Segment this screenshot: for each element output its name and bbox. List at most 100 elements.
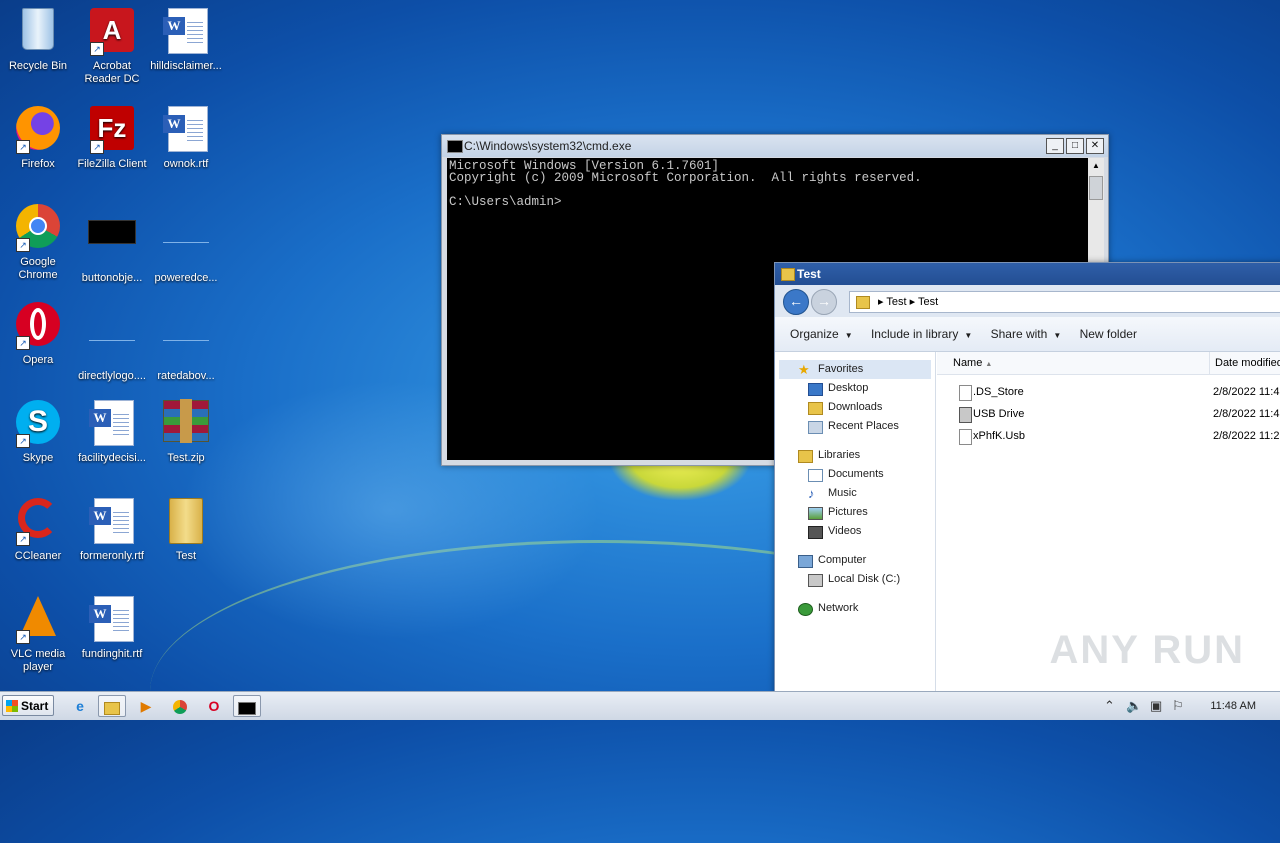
desktop-icon-test-zip[interactable]: Test.zip	[148, 396, 224, 465]
breadcrumb[interactable]: ▸ Test ▸ Test	[849, 291, 1280, 313]
share-with-button[interactable]: Share with ▼	[991, 327, 1062, 341]
word-document-icon: W	[88, 498, 136, 546]
nav-computer[interactable]: Computer	[775, 551, 935, 570]
cmd-titlebar[interactable]: C:\Windows\system32\cmd.exe _ □ ✕	[442, 135, 1108, 157]
maximize-button[interactable]: □	[1066, 138, 1084, 154]
taskbar: Start e ▶ O ⌃ 🔈 ▣ ⚐ 11:48 AM	[0, 691, 1280, 720]
desktop-icon-hilldisclaimer[interactable]: W hilldisclaimer...	[148, 4, 224, 73]
word-document-icon: W	[162, 8, 210, 56]
file-row[interactable]: xPhfK.Usb 2/8/2022 11:2	[937, 425, 1280, 447]
vlc-cone-icon: ↗	[14, 596, 62, 644]
explorer-titlebar[interactable]: Test	[775, 263, 1280, 285]
nav-videos[interactable]: Videos	[775, 522, 935, 541]
scroll-thumb[interactable]	[1089, 176, 1103, 200]
desktop-icon-acrobat[interactable]: A ↗ Acrobat Reader DC	[74, 4, 150, 86]
back-button[interactable]: ←	[783, 289, 809, 315]
word-document-icon: W	[88, 400, 136, 448]
recent-places-icon	[808, 421, 823, 434]
blank-file-icon	[88, 220, 136, 268]
taskbar-chrome[interactable]	[166, 695, 194, 717]
desktop-icon-label: fundinghit.rtf	[81, 648, 143, 660]
desktop-icon-fundinghit[interactable]: W fundinghit.rtf	[74, 592, 150, 661]
cmd-icon	[238, 701, 256, 715]
forward-button[interactable]: →	[811, 289, 837, 315]
new-folder-button[interactable]: New folder	[1080, 327, 1137, 341]
desktop-icon-opera[interactable]: ↗ Opera	[0, 298, 76, 367]
desktop-icon-ccleaner[interactable]: ↗ CCleaner	[0, 494, 76, 563]
nav-downloads[interactable]: Downloads	[775, 398, 935, 417]
desktop-icon-test-folder[interactable]: Test	[148, 494, 224, 563]
taskbar-cmd[interactable]	[233, 695, 261, 717]
minimize-button[interactable]: _	[1046, 138, 1064, 154]
nav-local-disk[interactable]: Local Disk (C:)	[775, 570, 935, 589]
taskbar-media-player[interactable]: ▶	[132, 695, 160, 717]
column-header-name[interactable]: Name ▲	[953, 352, 992, 376]
blank-file-icon	[88, 318, 136, 366]
column-header-date[interactable]: Date modified	[1209, 352, 1280, 374]
nav-libraries[interactable]: Libraries	[775, 446, 935, 465]
desktop-icon-poweredce[interactable]: poweredce...	[148, 200, 224, 285]
share-label: Share with	[990, 327, 1048, 341]
file-row[interactable]: USB Drive 2/8/2022 11:4	[937, 403, 1280, 425]
nav-label: Network	[818, 602, 859, 614]
nav-network[interactable]: Network	[775, 599, 935, 618]
nav-documents[interactable]: Documents	[775, 465, 935, 484]
usb-drive-icon	[959, 407, 972, 423]
desktop-icon-label: VLC media player	[10, 648, 66, 673]
explorer-window[interactable]: Test ← → ▸ Test ▸ Test Organize ▼ Include…	[774, 262, 1280, 696]
opera-icon: O	[208, 698, 220, 714]
column-header-row: Name ▲ Date modified	[937, 352, 1280, 375]
clock[interactable]: 11:48 AM	[1196, 692, 1256, 720]
desktop-icon-buttonobje[interactable]: buttonobje...	[74, 200, 150, 285]
anyrun-watermark: ANY RUN	[1049, 628, 1245, 672]
desktop-icon-label: FileZilla Client	[77, 158, 147, 170]
desktop-icon-vlc[interactable]: ↗ VLC media player	[0, 592, 76, 674]
chevron-down-icon: ▼	[844, 331, 853, 340]
desktop-icon-chrome[interactable]: ↗ Google Chrome	[0, 200, 76, 282]
desktop-icon-label: poweredce...	[154, 272, 218, 284]
taskbar-explorer[interactable]	[98, 695, 126, 717]
desktop-icon-firefox[interactable]: ↗ Firefox	[0, 102, 76, 171]
desktop-icon	[808, 383, 823, 396]
desktop-icon-ratedabov[interactable]: ratedabov...	[148, 298, 224, 383]
volume-icon[interactable]: 🔈	[1126, 692, 1142, 720]
desktop-icon-directlylogo[interactable]: directlylogo....	[74, 298, 150, 383]
cmd-icon	[447, 140, 463, 153]
file-row[interactable]: .DS_Store 2/8/2022 11:4	[937, 381, 1280, 403]
action-center-flag-icon[interactable]: ⚐	[1172, 692, 1184, 720]
scroll-up-icon[interactable]: ▲	[1088, 158, 1104, 174]
close-button[interactable]: ✕	[1086, 138, 1104, 154]
start-button[interactable]: Start	[2, 695, 54, 716]
desktop-icon-formeronly[interactable]: W formeronly.rtf	[74, 494, 150, 563]
desktop-icon-label: buttonobje...	[81, 272, 143, 284]
organize-button[interactable]: Organize ▼	[790, 327, 853, 341]
media-player-icon: ▶	[140, 698, 152, 714]
nav-label: Documents	[828, 468, 884, 480]
desktop-icon-filezilla[interactable]: Fz ↗ FileZilla Client	[74, 102, 150, 171]
firefox-icon: ↗	[14, 106, 62, 154]
nav-desktop[interactable]: Desktop	[775, 379, 935, 398]
desktop-icon-ownok[interactable]: W ownok.rtf	[148, 102, 224, 171]
nav-label: Computer	[818, 554, 867, 566]
include-in-library-button[interactable]: Include in library ▼	[871, 327, 972, 341]
nav-label: Libraries	[818, 449, 861, 461]
network-tray-icon[interactable]: ▣	[1150, 692, 1162, 720]
chevron-down-icon: ▼	[964, 331, 973, 340]
show-hidden-icons-icon[interactable]: ⌃	[1104, 692, 1115, 720]
nav-music[interactable]: ♪ Music	[775, 484, 935, 503]
word-document-icon: W	[162, 106, 210, 154]
desktop-icon-skype[interactable]: S ↗ Skype	[0, 396, 76, 465]
nav-label: Local Disk (C:)	[828, 573, 901, 585]
desktop-icon-facilitydecisi[interactable]: W facilitydecisi...	[74, 396, 150, 465]
desktop-icon-label: Test.zip	[167, 452, 205, 464]
desktop-icon-recycle-bin[interactable]: Recycle Bin	[0, 4, 76, 73]
taskbar-ie[interactable]: e	[66, 695, 94, 717]
taskbar-opera[interactable]: O	[200, 695, 228, 717]
nav-recent-places[interactable]: Recent Places	[775, 417, 935, 436]
network-icon	[798, 603, 813, 616]
nav-pictures[interactable]: Pictures	[775, 503, 935, 522]
nav-favorites[interactable]: ★ Favorites	[779, 360, 931, 379]
winrar-archive-icon	[162, 399, 210, 448]
documents-icon	[808, 469, 823, 482]
nav-label: Videos	[828, 525, 862, 537]
